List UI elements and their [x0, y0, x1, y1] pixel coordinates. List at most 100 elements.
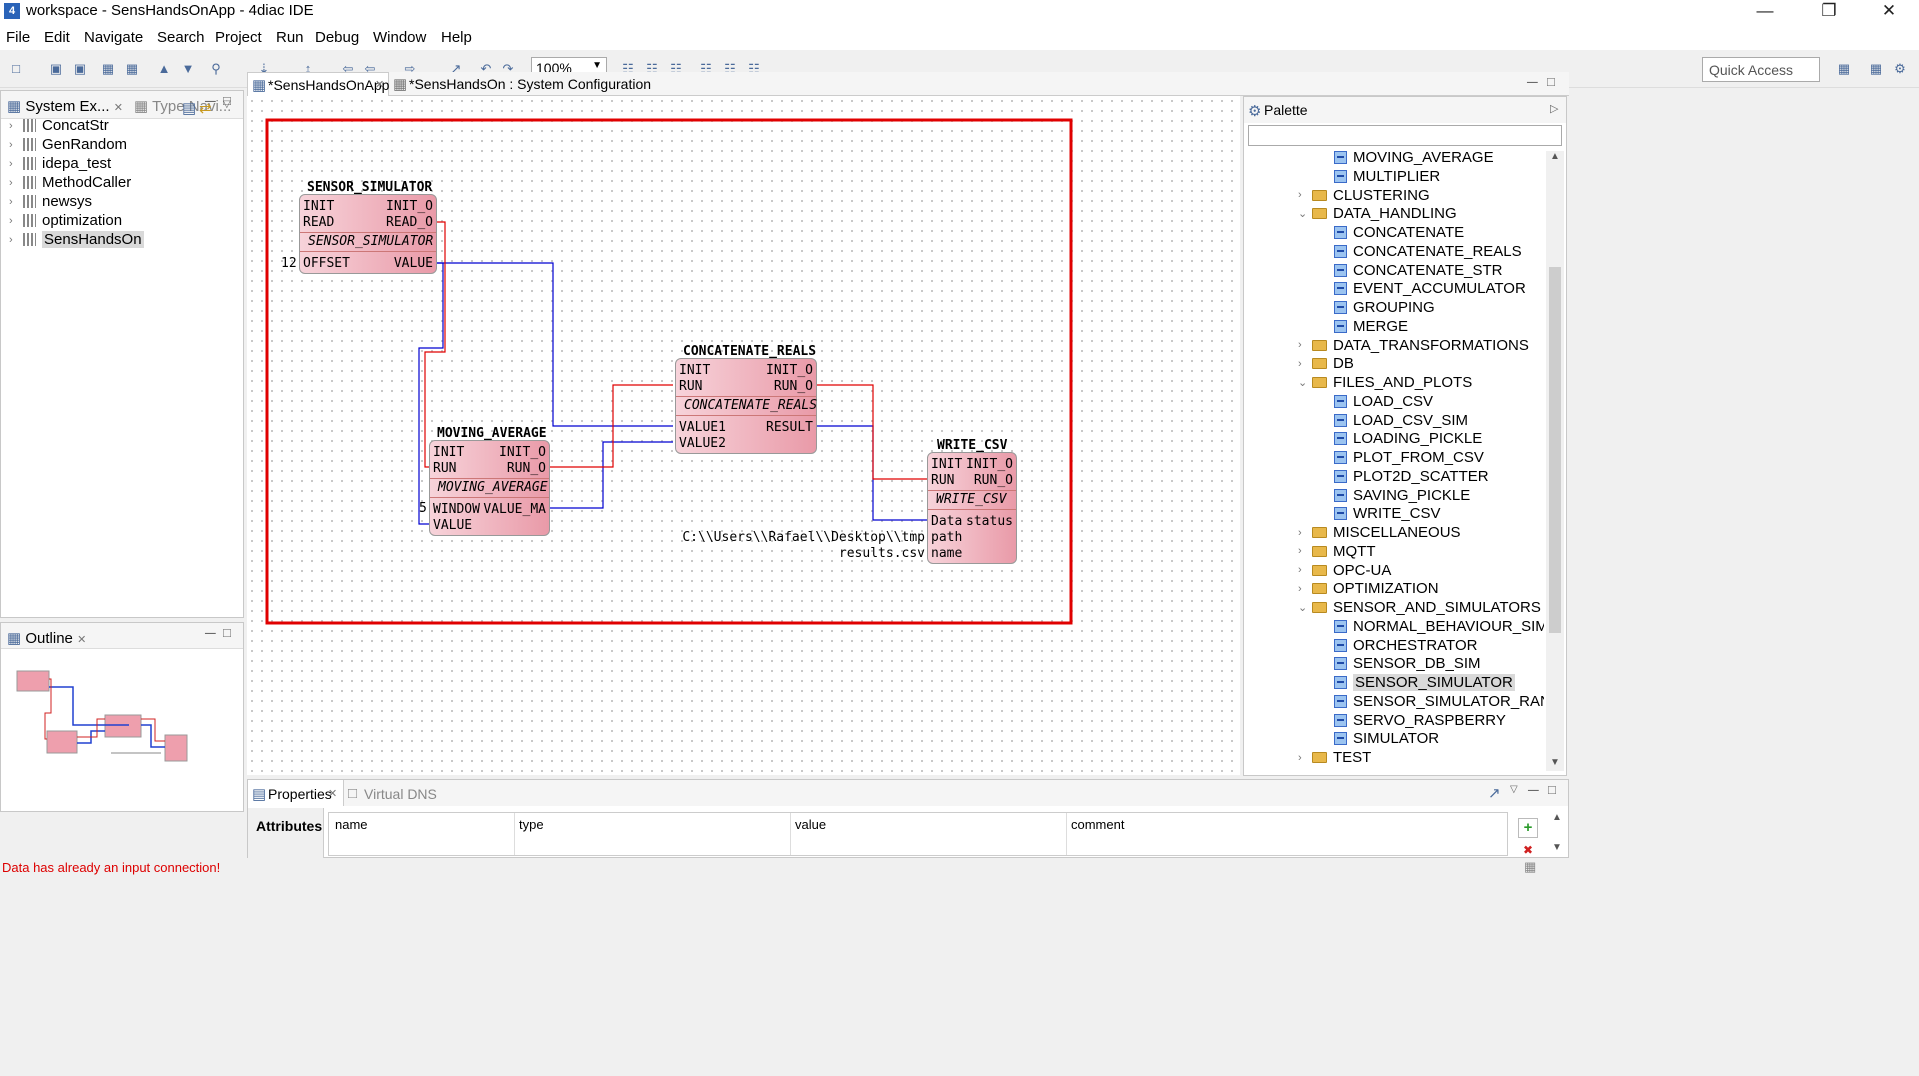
palette-item[interactable]: LOAD_CSV_SIM [1334, 412, 1468, 429]
minimize-view-icon[interactable]: ─ [205, 625, 216, 642]
palette-item[interactable]: › OPC-UA [1298, 562, 1391, 579]
palette-item[interactable]: PLOT_FROM_CSV [1334, 449, 1484, 466]
scroll-up-icon[interactable]: ▲ [1550, 151, 1560, 162]
chevron-right-icon[interactable]: › [1298, 527, 1312, 539]
palette-item[interactable]: LOADING_PICKLE [1334, 430, 1482, 447]
expand-icon[interactable]: › [9, 234, 23, 246]
minimize-view-icon[interactable]: ─ [1528, 782, 1539, 799]
event-input-run[interactable]: RUN [679, 379, 702, 395]
fb-body[interactable]: INIT RUN INIT_O RUN_O WRITE_CSV Data pat… [927, 452, 1017, 564]
column-comment[interactable]: comment [1071, 817, 1124, 832]
palette-item[interactable]: ⌄ DATA_HANDLING [1298, 205, 1457, 222]
data-output-result[interactable]: RESULT [766, 420, 813, 436]
upload-icon[interactable]: ▲ [156, 61, 172, 77]
chevron-right-icon[interactable]: › [1298, 564, 1312, 576]
fb-instance-name[interactable]: SENSOR_SIMULATOR [307, 180, 432, 195]
fb-instance-name[interactable]: WRITE_CSV [937, 438, 1007, 453]
view-menu-icon[interactable]: ▽ [1510, 784, 1518, 795]
event-output-init-o[interactable]: INIT_O [499, 445, 546, 461]
palette-item[interactable]: EVENT_ACCUMULATOR [1334, 280, 1526, 297]
system-item-optimization[interactable]: › optimization [9, 212, 122, 229]
add-attribute-button[interactable]: + [1518, 818, 1538, 838]
palette-item[interactable]: ⌄ SENSOR_AND_SIMULATORS [1298, 599, 1541, 616]
palette-item[interactable]: SIMULATOR [1334, 730, 1439, 747]
chevron-down-icon[interactable]: ⌄ [1298, 207, 1312, 220]
event-input-init[interactable]: INIT [679, 363, 710, 379]
event-output-run-o[interactable]: RUN_O [774, 379, 813, 395]
system-item-newsys[interactable]: › newsys [9, 193, 92, 210]
data-output-value[interactable]: VALUE [394, 256, 433, 272]
palette-item[interactable]: CONCATENATE_STR [1334, 262, 1502, 279]
expand-icon[interactable]: › [9, 215, 23, 227]
scroll-down-icon[interactable]: ▼ [1552, 842, 1562, 853]
expand-icon[interactable]: › [9, 120, 23, 132]
chevron-right-icon[interactable]: › [1298, 358, 1312, 370]
fb-instance-name[interactable]: CONCATENATE_REALS [683, 344, 816, 359]
expand-icon[interactable]: › [9, 139, 23, 151]
data-input-value[interactable]: VALUE [433, 518, 472, 534]
scroll-thumb[interactable] [1549, 267, 1561, 633]
system-item-concatstr[interactable]: › ConcatStr [9, 117, 109, 134]
outline-thumbnail[interactable] [11, 663, 201, 773]
palette-item[interactable]: SENSOR_DB_SIM [1334, 655, 1481, 672]
menu-run[interactable]: Run [276, 29, 304, 46]
expand-icon[interactable]: › [9, 177, 23, 189]
event-output-read-o[interactable]: READ_O [386, 215, 433, 231]
event-input-read[interactable]: READ [303, 215, 334, 231]
menu-window[interactable]: Window [373, 29, 426, 46]
param-offset-value[interactable]: 12 [281, 256, 297, 271]
palette-item[interactable]: › DATA_TRANSFORMATIONS [1298, 337, 1529, 354]
tab-system-configuration[interactable]: ▦ *SensHandsOn : System Configuration [393, 72, 653, 96]
menu-navigate[interactable]: Navigate [84, 29, 143, 46]
chevron-down-icon[interactable]: ⌄ [1298, 601, 1312, 614]
link-editor-icon[interactable]: ⇄ [199, 99, 212, 117]
fb-instance-name[interactable]: MOVING_AVERAGE [437, 426, 547, 441]
palette-item[interactable]: › TEST [1298, 749, 1371, 766]
deploy-icon[interactable]: ▦ [124, 61, 140, 77]
event-output-init-o[interactable]: INIT_O [386, 199, 433, 215]
tab-virtual-dns[interactable]: □ Virtual DNS [348, 780, 448, 806]
palette-item[interactable]: MULTIPLIER [1334, 168, 1440, 185]
tab-system-explorer[interactable]: ▦ System Ex... ✕ [7, 97, 123, 115]
chevron-right-icon[interactable]: › [1298, 189, 1312, 201]
collapse-all-icon[interactable]: ▤ [182, 99, 196, 117]
fb-body[interactable]: INIT RUN INIT_O RUN_O MOVING_AVERAGE WIN… [429, 440, 550, 536]
event-input-run[interactable]: RUN [433, 461, 456, 477]
palette-item[interactable]: GROUPING [1334, 299, 1435, 316]
menu-file[interactable]: File [6, 29, 30, 46]
tab-senshandsonapp[interactable]: ▦ *SensHandsOnApp ✕ [247, 72, 389, 96]
data-input-path[interactable]: path [931, 530, 962, 546]
close-tab-icon[interactable]: ✕ [77, 634, 86, 646]
column-name[interactable]: name [335, 817, 368, 832]
data-input-window[interactable]: WINDOW [433, 502, 480, 518]
event-input-run[interactable]: RUN [931, 473, 954, 489]
delete-attribute-button[interactable]: ✖ [1518, 844, 1538, 856]
menu-project[interactable]: Project [215, 29, 262, 46]
scroll-down-icon[interactable]: ▼ [1550, 757, 1560, 768]
event-input-init[interactable]: INIT [931, 457, 962, 473]
view-menu-icon[interactable]: ▽ [223, 99, 231, 110]
palette-item[interactable]: LOAD_CSV [1334, 393, 1433, 410]
palette-item[interactable]: MOVING_AVERAGE [1334, 149, 1494, 166]
menu-debug[interactable]: Debug [315, 29, 359, 46]
chevron-right-icon[interactable]: › [1298, 583, 1312, 595]
palette-item[interactable]: › MISCELLANEOUS [1298, 524, 1461, 541]
system-item-methodcaller[interactable]: › MethodCaller [9, 174, 131, 191]
palette-item[interactable]: › OPTIMIZATION [1298, 580, 1439, 597]
maximize-editor-icon[interactable]: □ [1547, 74, 1555, 89]
param-path-value[interactable]: C:\\Users\\Rafael\\Desktop\\tmp [682, 530, 925, 545]
palette-item[interactable]: SENSOR_SIMULATOR_RANGE [1334, 693, 1544, 710]
minimize-editor-icon[interactable]: ─ [1527, 74, 1538, 91]
menu-help[interactable]: Help [441, 29, 472, 46]
palette-item[interactable]: ⌄ FILES_AND_PLOTS [1298, 374, 1472, 391]
menu-search[interactable]: Search [157, 29, 205, 46]
data-input-value1[interactable]: VALUE1 [679, 420, 726, 436]
data-input-value2[interactable]: VALUE2 [679, 436, 726, 452]
scroll-up-icon[interactable]: ▲ [1552, 812, 1562, 823]
attributes-table[interactable]: name type value comment [328, 812, 1508, 856]
close-tab-icon[interactable]: ✕ [114, 102, 123, 114]
palette-scrollbar[interactable]: ▲ ▼ [1546, 151, 1564, 771]
palette-item[interactable]: NORMAL_BEHAVIOUR_SIM [1334, 618, 1544, 635]
palette-item[interactable]: › DB [1298, 355, 1354, 372]
chevron-right-icon[interactable]: › [1298, 339, 1312, 351]
